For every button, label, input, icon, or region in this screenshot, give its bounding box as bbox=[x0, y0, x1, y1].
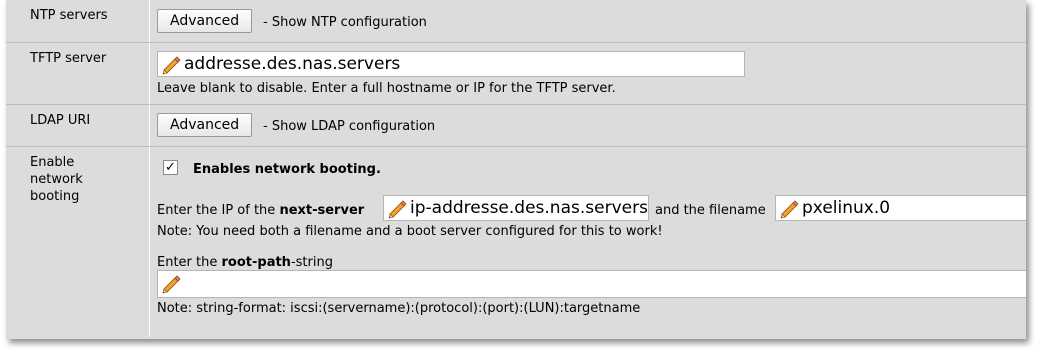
netboot-row: Enable network booting ✓ Enables network… bbox=[6, 147, 1026, 337]
tftp-row: TFTP server addresse.des.nas.servers Lea… bbox=[6, 43, 1026, 105]
settings-panel: NTP servers Advanced - Show NTP configur… bbox=[6, 0, 1026, 339]
ldap-label: LDAP URI bbox=[6, 105, 150, 146]
netboot-checkbox-label: Enables network booting. bbox=[193, 162, 381, 177]
pencil-icon bbox=[388, 200, 407, 219]
ldap-description: - Show LDAP configuration bbox=[263, 119, 436, 134]
boot-note: Note: You need both a filename and a boo… bbox=[157, 224, 663, 239]
filename-input[interactable]: pxelinux.0 bbox=[775, 195, 1026, 221]
next-server-prompt: Enter the IP of the next-server bbox=[157, 202, 364, 219]
next-server-bold: next-server bbox=[279, 203, 365, 218]
string-format-note: Note: string-format: iscsi:(servername):… bbox=[157, 301, 641, 316]
netboot-checkbox[interactable]: ✓ bbox=[163, 160, 178, 175]
filename-value: pxelinux.0 bbox=[802, 198, 891, 218]
root-path-prompt: Enter the root-path-string bbox=[157, 254, 333, 271]
next-server-prompt-text: Enter the IP of the bbox=[157, 203, 280, 218]
filename-prompt: and the filename bbox=[655, 203, 766, 218]
ntp-description: - Show NTP configuration bbox=[263, 15, 427, 30]
ntp-row: NTP servers Advanced - Show NTP configur… bbox=[6, 0, 1026, 43]
root-path-prompt-text: Enter the bbox=[157, 255, 222, 270]
tftp-content: addresse.des.nas.servers Leave blank to … bbox=[156, 43, 1026, 104]
root-path-input[interactable] bbox=[157, 270, 1026, 298]
netboot-label: Enable network booting bbox=[6, 147, 150, 337]
netboot-content: ✓ Enables network booting. Enter the IP … bbox=[156, 147, 1026, 337]
ntp-label: NTP servers bbox=[6, 0, 150, 42]
pencil-icon bbox=[162, 56, 181, 75]
root-path-suffix: -string bbox=[290, 255, 333, 270]
next-server-input[interactable]: ip-addresse.des.nas.servers bbox=[383, 195, 649, 221]
ntp-advanced-button[interactable]: Advanced bbox=[157, 9, 253, 33]
ldap-row: LDAP URI Advanced - Show LDAP configurat… bbox=[6, 105, 1026, 147]
ldap-advanced-button[interactable]: Advanced bbox=[157, 113, 253, 137]
next-server-value: ip-addresse.des.nas.servers bbox=[410, 198, 648, 218]
ldap-content: Advanced - Show LDAP configuration bbox=[156, 105, 1026, 146]
tftp-server-value: addresse.des.nas.servers bbox=[184, 54, 401, 74]
pencil-icon bbox=[780, 200, 799, 219]
tftp-server-input[interactable]: addresse.des.nas.servers bbox=[157, 51, 745, 77]
tftp-label: TFTP server bbox=[6, 43, 150, 104]
checkmark-icon: ✓ bbox=[165, 160, 176, 175]
root-path-bold: root-path bbox=[221, 255, 291, 270]
pencil-icon bbox=[162, 275, 181, 294]
ntp-content: Advanced - Show NTP configuration bbox=[156, 0, 1026, 42]
tftp-help-text: Leave blank to disable. Enter a full hos… bbox=[157, 81, 616, 96]
